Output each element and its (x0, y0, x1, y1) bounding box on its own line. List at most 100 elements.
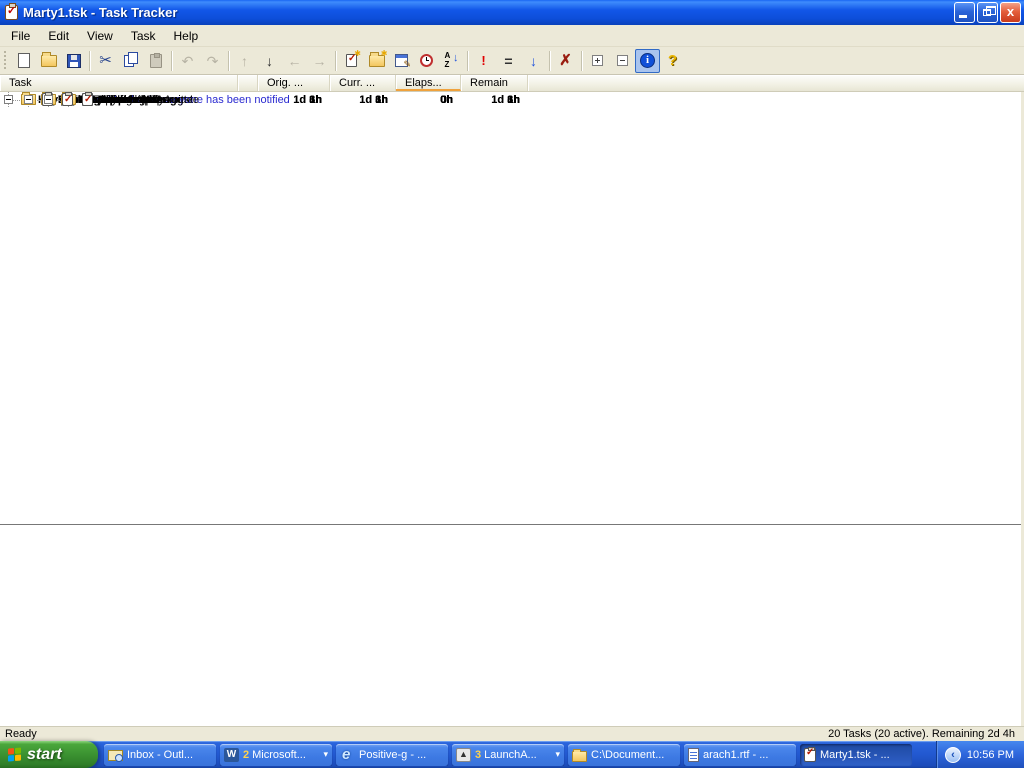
task-check-icon (62, 93, 73, 106)
elaps-value: 0h (396, 92, 453, 108)
task-check-icon (82, 93, 93, 106)
app-clipboard-icon (5, 5, 18, 20)
sort-tasks-icon: ↓ (445, 53, 459, 68)
move-down-button[interactable]: ↓ (257, 49, 282, 73)
menu-file[interactable]: File (2, 27, 39, 45)
task-timer-button[interactable] (414, 49, 439, 73)
expand-all-button[interactable] (585, 49, 610, 73)
statusbar: Ready 20 Tasks (20 active). Remaining 2d… (0, 726, 1024, 741)
toolbar-separator (549, 51, 550, 71)
minimize-button[interactable] (954, 2, 975, 23)
taskbar-button-word[interactable]: 2Microsoft...▾ (220, 744, 332, 766)
restore-icon (983, 9, 991, 16)
new-folder-button[interactable] (364, 49, 389, 73)
expand-all-icon (592, 55, 603, 66)
move-left-button[interactable]: ← (282, 49, 307, 73)
task-info-button[interactable] (635, 49, 660, 73)
taskbar-button-task-tracker[interactable]: Marty1.tsk - ... (800, 744, 912, 766)
new-file-button[interactable] (11, 49, 36, 73)
taskbar-button-wordpad[interactable]: arach1.rtf - ... (684, 744, 796, 766)
menu-edit[interactable]: Edit (39, 27, 78, 45)
group-count-badge: 2 (243, 749, 249, 761)
priority-low-button[interactable]: ↓ (521, 49, 546, 73)
column-header-elaps[interactable]: Elaps... (396, 75, 461, 91)
column-header-spacer[interactable] (238, 75, 258, 91)
taskbar-button-internet-explorer[interactable]: Positive-g - ... (336, 744, 448, 766)
remain-value: 1h (461, 92, 520, 108)
task-properties-button[interactable] (389, 49, 414, 73)
start-button[interactable]: start (0, 741, 98, 768)
move-down-icon: ↓ (266, 54, 273, 68)
minimize-icon (959, 15, 967, 18)
paste-button[interactable] (143, 49, 168, 73)
toolbar-separator (581, 51, 582, 71)
priority-normal-button[interactable]: = (496, 49, 521, 73)
open-file-button[interactable] (36, 49, 61, 73)
outlook-icon (108, 748, 123, 762)
save-file-button[interactable] (61, 49, 86, 73)
toolbar-separator (467, 51, 468, 71)
column-header-remain[interactable]: Remain (461, 75, 528, 91)
close-icon: x (1001, 4, 1020, 19)
toolbar-grip[interactable] (3, 51, 7, 71)
taskbar-button-outlook[interactable]: Inbox - Outl... (104, 744, 216, 766)
menu-task[interactable]: Task (122, 27, 165, 45)
taskbar-button-label: Positive-g - ... (359, 749, 444, 761)
copy-button[interactable] (118, 49, 143, 73)
toolbar: ✂ ↶↷ ↑ ↓ ← → ↓! = ↓ ✗? (0, 47, 1024, 75)
toolbar-separator (228, 51, 229, 71)
help-icon: ? (668, 53, 677, 68)
move-right-icon: → (313, 54, 327, 68)
new-file-icon (18, 53, 30, 68)
chevron-down-icon: ▾ (555, 749, 560, 760)
word-icon (224, 748, 239, 762)
windows-flag-icon (8, 747, 22, 761)
move-right-button[interactable]: → (307, 49, 332, 73)
help-button[interactable]: ? (660, 49, 685, 73)
desktop: Marty1.tsk - Task Tracker x FileEditView… (0, 0, 1024, 768)
menubar: FileEditViewTaskHelp (0, 25, 1024, 47)
system-tray: ‹ 10:56 PM (936, 741, 1024, 768)
sort-tasks-button[interactable]: ↓ (439, 49, 464, 73)
priority-normal-icon: = (504, 54, 512, 68)
column-header-task[interactable]: Task (0, 75, 238, 91)
collapse-box[interactable] (44, 95, 53, 104)
collapse-box[interactable] (4, 95, 13, 104)
tray-chevron-icon[interactable]: ‹ (945, 747, 961, 763)
grid-end-line (0, 524, 1021, 525)
move-up-button[interactable]: ↑ (232, 49, 257, 73)
taskbar-buttons: Inbox - Outl...2Microsoft...▾ Positive-g … (98, 744, 936, 766)
window-title: Marty1.tsk - Task Tracker (23, 5, 952, 20)
priority-high-icon: ! (481, 54, 485, 67)
cut-button[interactable]: ✂ (93, 49, 118, 73)
status-message: Ready (0, 728, 828, 740)
copy-icon (124, 55, 134, 67)
toolbar-separator (171, 51, 172, 71)
priority-low-icon: ↓ (530, 54, 537, 68)
redo-button[interactable]: ↷ (200, 49, 225, 73)
undo-button[interactable]: ↶ (175, 49, 200, 73)
open-file-icon (41, 55, 57, 67)
taskbar: start Inbox - Outl...2Microsoft...▾ Posit… (0, 741, 1024, 768)
menu-help[interactable]: Help (165, 27, 208, 45)
launch-icon (456, 748, 471, 762)
taskbar-button-explorer-folder[interactable]: C:\Document... (568, 744, 680, 766)
toolbar-separator (89, 51, 90, 71)
taskbar-button-label: Marty1.tsk - ... (820, 749, 908, 761)
new-task-button[interactable] (339, 49, 364, 73)
tray-clock: 10:56 PM (967, 749, 1014, 761)
collapse-all-button[interactable] (610, 49, 635, 73)
restore-button[interactable] (977, 2, 998, 23)
delete-task-button[interactable]: ✗ (553, 49, 578, 73)
taskbar-button-launch[interactable]: 3LaunchA...▾ (452, 744, 564, 766)
collapse-all-icon (617, 55, 628, 66)
column-header-curr[interactable]: Curr. ... (330, 75, 396, 91)
menu-view[interactable]: View (78, 27, 122, 45)
priority-high-button[interactable]: ! (471, 49, 496, 73)
ie-icon (340, 748, 355, 762)
taskbar-button-label: LaunchA... (484, 749, 553, 761)
new-folder-icon (369, 55, 385, 67)
column-header-orig[interactable]: Orig. ... (258, 75, 330, 91)
close-button[interactable]: x (1000, 2, 1021, 23)
collapse-box[interactable] (24, 95, 33, 104)
